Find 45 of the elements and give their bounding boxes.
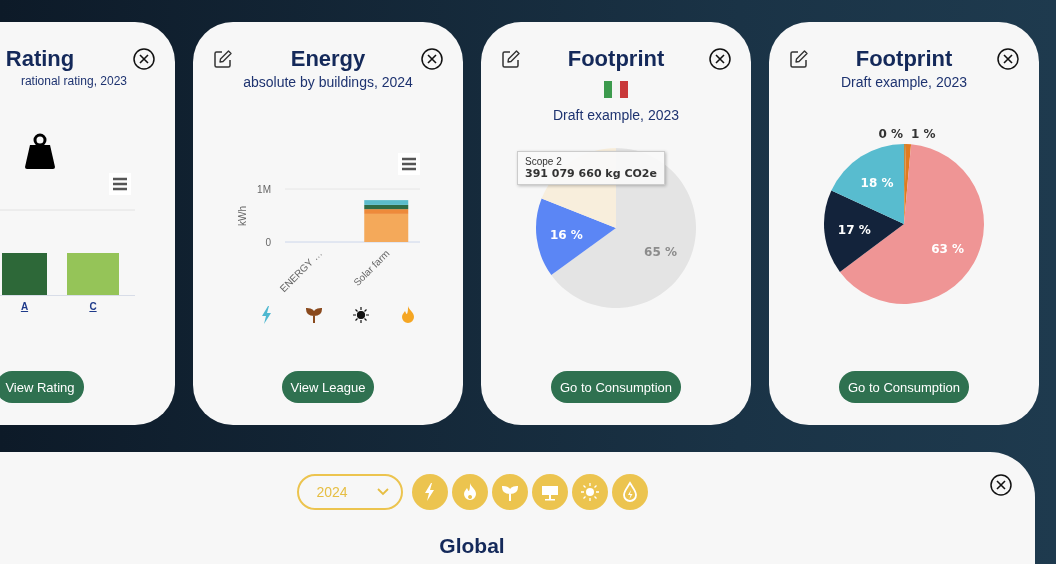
edit-icon[interactable] <box>501 49 521 69</box>
card-subtitle: Draft example, 2023 <box>552 107 680 123</box>
action-button[interactable]: Go to Consumption <box>839 371 969 403</box>
card-subtitle: Draft example, 2023 <box>840 74 968 90</box>
tooltip-value: 391 079 660 kg CO2e <box>525 167 657 180</box>
card-title: Footprint <box>854 46 954 72</box>
menu-icon[interactable] <box>109 173 131 195</box>
axis-label: kWh <box>237 206 248 226</box>
close-icon[interactable] <box>990 474 1012 496</box>
card-title: Rating <box>4 46 76 72</box>
slice-label: 16 % <box>549 228 583 243</box>
slice-label: 1 % <box>910 129 936 142</box>
panel-title: Global <box>439 534 505 558</box>
slice-label: 65 % <box>644 244 677 259</box>
close-icon[interactable] <box>133 48 155 70</box>
card-title: Footprint <box>566 46 666 72</box>
close-icon[interactable] <box>421 48 443 70</box>
grade-link[interactable]: A <box>2 301 47 312</box>
slice-label: 18 % <box>860 175 894 190</box>
menu-icon[interactable] <box>398 153 420 175</box>
action-button[interactable]: Go to Consumption <box>551 371 681 403</box>
card-title: Energy <box>289 46 367 72</box>
grade-link[interactable]: C <box>67 301 119 312</box>
card-subtitle: rational rating, 2023 <box>20 74 127 88</box>
axis-tick-label: 1M <box>257 184 271 195</box>
axis-tick-label: 0 <box>265 237 271 248</box>
slice-label: 17 % <box>837 223 871 238</box>
edit-icon[interactable] <box>789 49 809 69</box>
pie-slice[interactable] <box>831 144 904 224</box>
weight-icon <box>24 133 56 169</box>
slice-label: 0 % <box>878 129 904 141</box>
edit-icon[interactable] <box>213 49 233 69</box>
action-button[interactable]: View League <box>281 371 375 403</box>
action-button[interactable]: View Rating <box>0 371 84 403</box>
sprout-icon[interactable] <box>305 306 322 324</box>
sun-icon[interactable] <box>352 306 369 324</box>
sun-icon <box>578 481 601 503</box>
card-subtitle: absolute by buildings, 2024 <box>243 74 413 90</box>
flag-icon <box>604 81 628 98</box>
pie-slice[interactable] <box>824 190 904 272</box>
close-icon[interactable] <box>997 48 1019 70</box>
slice-label: 63 % <box>931 242 965 257</box>
chevron-down-icon <box>376 488 389 496</box>
tooltip-label: Scope 2 <box>525 156 563 167</box>
close-icon[interactable] <box>709 48 731 70</box>
